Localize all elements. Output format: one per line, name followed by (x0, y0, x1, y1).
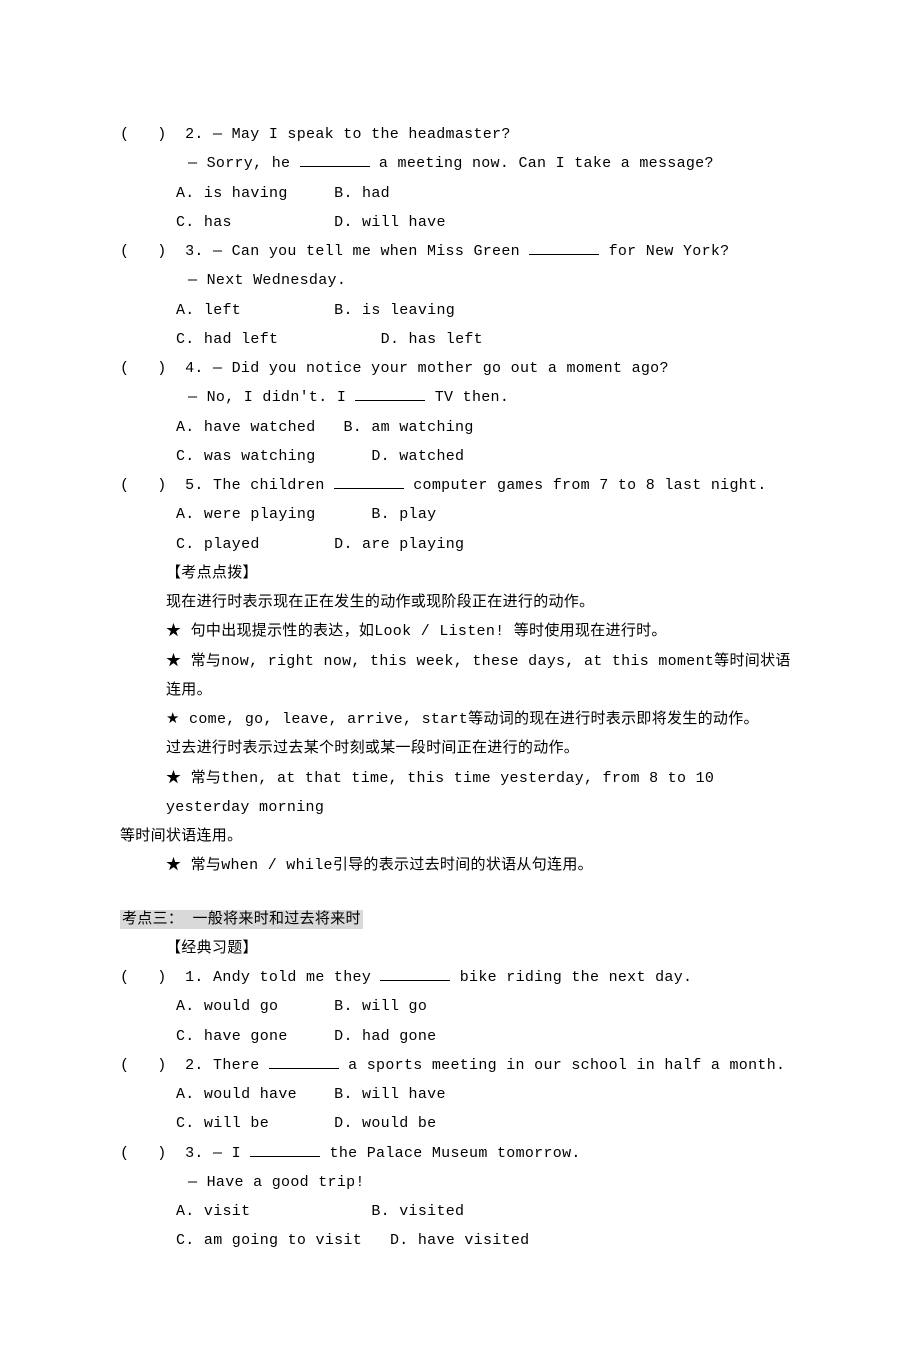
q5-optC[interactable]: C. played (176, 536, 260, 553)
tips-p1: 现在进行时表示现在正在发生的动作或现阶段正在进行的动作。 (120, 588, 800, 617)
question-3-options-row1: A. left B. is leaving (120, 296, 800, 325)
tips-title: 【考点点拨】 (120, 559, 800, 588)
q4-l2b: TV then. (425, 389, 509, 406)
q3-optB[interactable]: B. is leaving (334, 302, 455, 319)
s3q1-optC[interactable]: C. have gone (176, 1028, 288, 1045)
s3q2-optD[interactable]: D. would be (334, 1115, 436, 1132)
q5-hb: computer games from 7 to 8 last night. (404, 477, 767, 494)
s3q2-hb: a sports meeting in our school in half a… (339, 1057, 785, 1074)
s3-question-1-line1: ( ) 1. Andy told me they bike riding the… (120, 963, 800, 992)
q3-optD[interactable]: D. has left (381, 331, 483, 348)
q2-optB[interactable]: B. had (334, 185, 390, 202)
blank[interactable] (269, 1054, 339, 1069)
blank[interactable] (250, 1141, 320, 1156)
blank[interactable] (334, 474, 404, 489)
s3-question-3-options-row2: C. am going to visit D. have visited (120, 1226, 800, 1255)
tips-p7: ★ 常与when / while引导的表示过去时间的状语从句连用。 (120, 851, 800, 880)
q4-optD[interactable]: D. watched (371, 448, 464, 465)
question-3-line1: ( ) 3. — Can you tell me when Miss Green… (120, 237, 800, 266)
q5-ha: ( ) 5. The children (120, 477, 334, 494)
s3q2-optB[interactable]: B. will have (334, 1086, 446, 1103)
q2-l2a: — Sorry, he (188, 155, 300, 172)
s3q1-optA[interactable]: A. would go (176, 998, 278, 1015)
s3q1-hb: bike riding the next day. (450, 969, 692, 986)
s3q3-optB[interactable]: B. visited (371, 1203, 464, 1220)
question-4-line2: — No, I didn't. I TV then. (120, 383, 800, 412)
tips-p6b: 等时间状语连用。 (120, 822, 800, 851)
s3-question-2-options-row2: C. will be D. would be (120, 1109, 800, 1138)
s3-question-2-options-row1: A. would have B. will have (120, 1080, 800, 1109)
q2-optA[interactable]: A. is having (176, 185, 288, 202)
s3q3-ha: ( ) 3. — I (120, 1145, 250, 1162)
s3-question-1-options-row2: C. have gone D. had gone (120, 1022, 800, 1051)
q3-ha: ( ) 3. — Can you tell me when Miss Green (120, 243, 529, 260)
s3q2-optC[interactable]: C. will be (176, 1115, 269, 1132)
s3q1-optD[interactable]: D. had gone (334, 1028, 436, 1045)
blank[interactable] (380, 966, 450, 981)
q3-optA[interactable]: A. left (176, 302, 241, 319)
q5-optA[interactable]: A. were playing (176, 506, 316, 523)
blank[interactable] (355, 386, 425, 401)
q4-optC[interactable]: C. was watching (176, 448, 316, 465)
question-2-options-row1: A. is having B. had (120, 179, 800, 208)
tips-p6a: ★ 常与then, at that time, this time yester… (120, 764, 800, 823)
s3q2-ha: ( ) 2. There (120, 1057, 269, 1074)
blank[interactable] (529, 240, 599, 255)
s3q3-optC[interactable]: C. am going to visit (176, 1232, 362, 1249)
q4-optB[interactable]: B. am watching (343, 419, 473, 436)
tips-p2: ★ 句中出现提示性的表达，如Look / Listen! 等时使用现在进行时。 (120, 617, 800, 646)
q5-optD[interactable]: D. are playing (334, 536, 464, 553)
s3-question-3-options-row1: A. visit B. visited (120, 1197, 800, 1226)
q4-optA[interactable]: A. have watched (176, 419, 316, 436)
s3-question-3-line1: ( ) 3. — I the Palace Museum tomorrow. (120, 1139, 800, 1168)
question-2-line2: — Sorry, he a meeting now. Can I take a … (120, 149, 800, 178)
q4-l2a: — No, I didn't. I (188, 389, 355, 406)
section-3-title: 考点三： 一般将来时和过去将来时 (120, 910, 363, 929)
tips-p3: ★ 常与now, right now, this week, these day… (120, 647, 800, 706)
question-2-options-row2: C. has D. will have (120, 208, 800, 237)
s3q3-optA[interactable]: A. visit (176, 1203, 250, 1220)
question-5-options-row2: C. played D. are playing (120, 530, 800, 559)
section-3-heading: 考点三： 一般将来时和过去将来时 (120, 905, 800, 934)
question-2-line1: ( ) 2. — May I speak to the headmaster? (120, 120, 800, 149)
question-3-line2: — Next Wednesday. (120, 266, 800, 295)
s3q3-hb: the Palace Museum tomorrow. (320, 1145, 580, 1162)
question-5-options-row1: A. were playing B. play (120, 500, 800, 529)
s3q2-optA[interactable]: A. would have (176, 1086, 297, 1103)
q2-l2b: a meeting now. Can I take a message? (370, 155, 714, 172)
section-3-sub: 【经典习题】 (120, 934, 800, 963)
question-5-line1: ( ) 5. The children computer games from … (120, 471, 800, 500)
s3q1-optB[interactable]: B. will go (334, 998, 427, 1015)
q2-optD[interactable]: D. will have (334, 214, 446, 231)
q5-optB[interactable]: B. play (371, 506, 436, 523)
q3-optC[interactable]: C. had left (176, 331, 278, 348)
s3q1-ha: ( ) 1. Andy told me they (120, 969, 380, 986)
question-4-options-row2: C. was watching D. watched (120, 442, 800, 471)
tips-p5: 过去进行时表示过去某个时刻或某一段时间正在进行的动作。 (120, 734, 800, 763)
spacer (120, 881, 800, 905)
s3-question-3-line2: — Have a good trip! (120, 1168, 800, 1197)
tips-p4: ★ come, go, leave, arrive, start等动词的现在进行… (120, 705, 800, 734)
q3-hb: for New York? (599, 243, 729, 260)
blank[interactable] (300, 152, 370, 167)
q2-optC[interactable]: C. has (176, 214, 232, 231)
question-4-options-row1: A. have watched B. am watching (120, 413, 800, 442)
question-4-line1: ( ) 4. — Did you notice your mother go o… (120, 354, 800, 383)
s3q3-optD[interactable]: D. have visited (390, 1232, 530, 1249)
s3-question-2-line1: ( ) 2. There a sports meeting in our sch… (120, 1051, 800, 1080)
question-3-options-row2: C. had left D. has left (120, 325, 800, 354)
s3-question-1-options-row1: A. would go B. will go (120, 992, 800, 1021)
